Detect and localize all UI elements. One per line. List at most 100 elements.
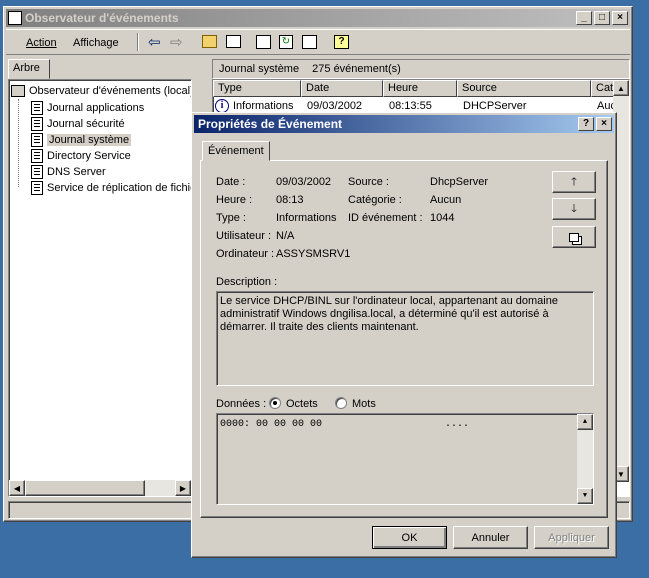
tree-item-label: Service de réplication de fichie xyxy=(47,182,192,194)
scroll-right-button[interactable]: ▶ xyxy=(175,480,191,496)
tree-item-dns[interactable]: DNS Server xyxy=(31,165,106,179)
back-icon[interactable]: ⇦ xyxy=(148,33,161,51)
tree-item-applications[interactable]: Journal applications xyxy=(31,101,144,115)
tab-panel: Date : 09/03/2002 Source : DhcpServer He… xyxy=(200,160,608,518)
properties-icon[interactable] xyxy=(256,35,271,49)
dialog-title-bar[interactable]: Propriétés de Événement ? × xyxy=(194,115,614,133)
up-folder-icon[interactable] xyxy=(202,35,217,48)
tree-item-security[interactable]: Journal sécurité xyxy=(31,117,125,131)
main-title-bar[interactable]: Observateur d'événements _ □ × xyxy=(6,9,630,27)
arrow-up-icon: 🡑 xyxy=(571,175,577,188)
radio-bytes-label[interactable]: Octets xyxy=(286,398,318,410)
data-vscrollbar[interactable]: ▲ ▼ xyxy=(577,414,593,504)
close-button[interactable]: × xyxy=(612,11,628,25)
forward-icon[interactable]: ⇨ xyxy=(170,33,183,51)
dialog-help-button[interactable]: ? xyxy=(578,117,594,131)
scroll-up-button[interactable]: ▲ xyxy=(613,80,629,96)
app-icon xyxy=(8,11,22,25)
computer-value: ASSYSMSRV1 xyxy=(276,248,351,260)
tab-event-label: Événement xyxy=(208,145,264,157)
column-time[interactable]: Heure xyxy=(383,80,457,97)
tree-root[interactable]: Observateur d'événements (local) xyxy=(11,85,191,97)
log-icon xyxy=(31,165,43,179)
row-source: DHCPServer xyxy=(463,100,527,112)
radio-dot xyxy=(273,401,277,405)
tree-item-label: Journal sécurité xyxy=(47,118,125,130)
date-label: Date : xyxy=(216,176,246,188)
arrow-down-icon: 🡓 xyxy=(571,202,577,215)
copy-icon xyxy=(569,232,579,242)
data-scroll-down-button[interactable]: ▼ xyxy=(577,488,593,504)
row-date: 09/03/2002 xyxy=(307,100,363,112)
export-icon[interactable] xyxy=(302,35,317,49)
category-value: Aucun xyxy=(430,194,462,206)
radio-words[interactable] xyxy=(335,397,347,409)
time-label: Heure : xyxy=(216,194,253,206)
event-count: 275 événement(s) xyxy=(312,63,401,75)
row-type: Informations xyxy=(233,100,294,112)
type-label: Type : xyxy=(216,212,246,224)
previous-event-button[interactable]: 🡑 xyxy=(552,171,596,193)
tree-item-system[interactable]: Journal système xyxy=(31,133,132,147)
dialog-close-button[interactable]: × xyxy=(596,117,612,131)
computer-icon xyxy=(11,85,25,97)
log-name: Journal système xyxy=(219,63,300,75)
description-label: Description : xyxy=(216,276,278,288)
log-icon xyxy=(31,181,43,195)
computer-label: Ordinateur : xyxy=(216,248,275,260)
refresh-icon[interactable]: ↻ xyxy=(279,35,293,49)
tree-item-label: Journal système xyxy=(47,134,132,146)
column-source[interactable]: Source xyxy=(457,80,591,97)
cancel-button[interactable]: Annuler xyxy=(453,526,528,549)
column-category[interactable]: Cat xyxy=(591,80,615,97)
menu-action[interactable]: Action xyxy=(26,37,57,49)
radio-words-label[interactable]: Mots xyxy=(352,398,376,410)
column-type[interactable]: Type xyxy=(213,80,301,97)
tree-lines xyxy=(18,99,19,187)
minimize-button[interactable]: _ xyxy=(576,11,592,25)
apply-button[interactable]: Appliquer xyxy=(534,526,609,549)
scroll-left-button[interactable]: ◀ xyxy=(9,480,25,496)
tree-item-label: Journal applications xyxy=(47,102,145,114)
log-icon xyxy=(31,149,43,163)
tab-tree[interactable]: Arbre xyxy=(8,59,50,79)
date-value: 09/03/2002 xyxy=(276,176,332,188)
properties-dialog: Propriétés de Événement ? × Événement Da… xyxy=(191,112,617,558)
description-text: Le service DHCP/BINL sur l'ordinateur lo… xyxy=(220,295,558,333)
data-ascii: .... xyxy=(445,419,470,430)
description-box[interactable]: Le service DHCP/BINL sur l'ordinateur lo… xyxy=(216,291,594,386)
log-header: Journal système 275 événement(s) xyxy=(212,59,630,79)
data-scroll-up-button[interactable]: ▲ xyxy=(577,414,593,430)
show-hide-tree-icon[interactable] xyxy=(226,35,241,48)
help-icon[interactable]: ? xyxy=(334,35,349,49)
source-label: Source : xyxy=(348,176,389,188)
user-label: Utilisateur : xyxy=(216,230,272,242)
tab-event[interactable]: Événement xyxy=(202,141,270,161)
tree-item-label: Directory Service xyxy=(47,150,131,162)
radio-bytes[interactable] xyxy=(269,397,281,409)
log-icon xyxy=(31,101,43,115)
copy-button[interactable] xyxy=(552,226,596,248)
row-time: 08:13:55 xyxy=(389,100,432,112)
next-event-button[interactable]: 🡓 xyxy=(552,198,596,220)
user-value: N/A xyxy=(276,230,295,242)
ok-button[interactable]: OK xyxy=(372,526,447,549)
tree-hscrollbar[interactable]: ◀ ▶ xyxy=(9,480,191,496)
tree-pane[interactable]: Observateur d'événements (local) Journal… xyxy=(8,79,192,497)
info-icon: i xyxy=(215,99,229,113)
source-value: DhcpServer xyxy=(430,176,489,188)
dialog-title: Propriétés de Événement xyxy=(198,117,343,131)
tab-tree-label: Arbre xyxy=(13,62,40,74)
event-id-value: 1044 xyxy=(430,212,455,224)
data-box[interactable]: 0000: 00 00 00 00 .... ▲ ▼ xyxy=(216,413,594,505)
tree-item-directory[interactable]: Directory Service xyxy=(31,149,131,163)
maximize-button[interactable]: □ xyxy=(594,11,610,25)
data-content: 0000: 00 00 00 00 xyxy=(220,419,323,430)
column-date[interactable]: Date xyxy=(301,80,383,97)
menu-view[interactable]: Affichage xyxy=(73,37,119,49)
toolbar-separator xyxy=(137,33,139,51)
main-title: Observateur d'événements xyxy=(25,11,179,25)
log-icon xyxy=(31,133,43,147)
scroll-thumb[interactable] xyxy=(25,480,145,496)
tree-item-replication[interactable]: Service de réplication de fichie xyxy=(31,181,192,195)
